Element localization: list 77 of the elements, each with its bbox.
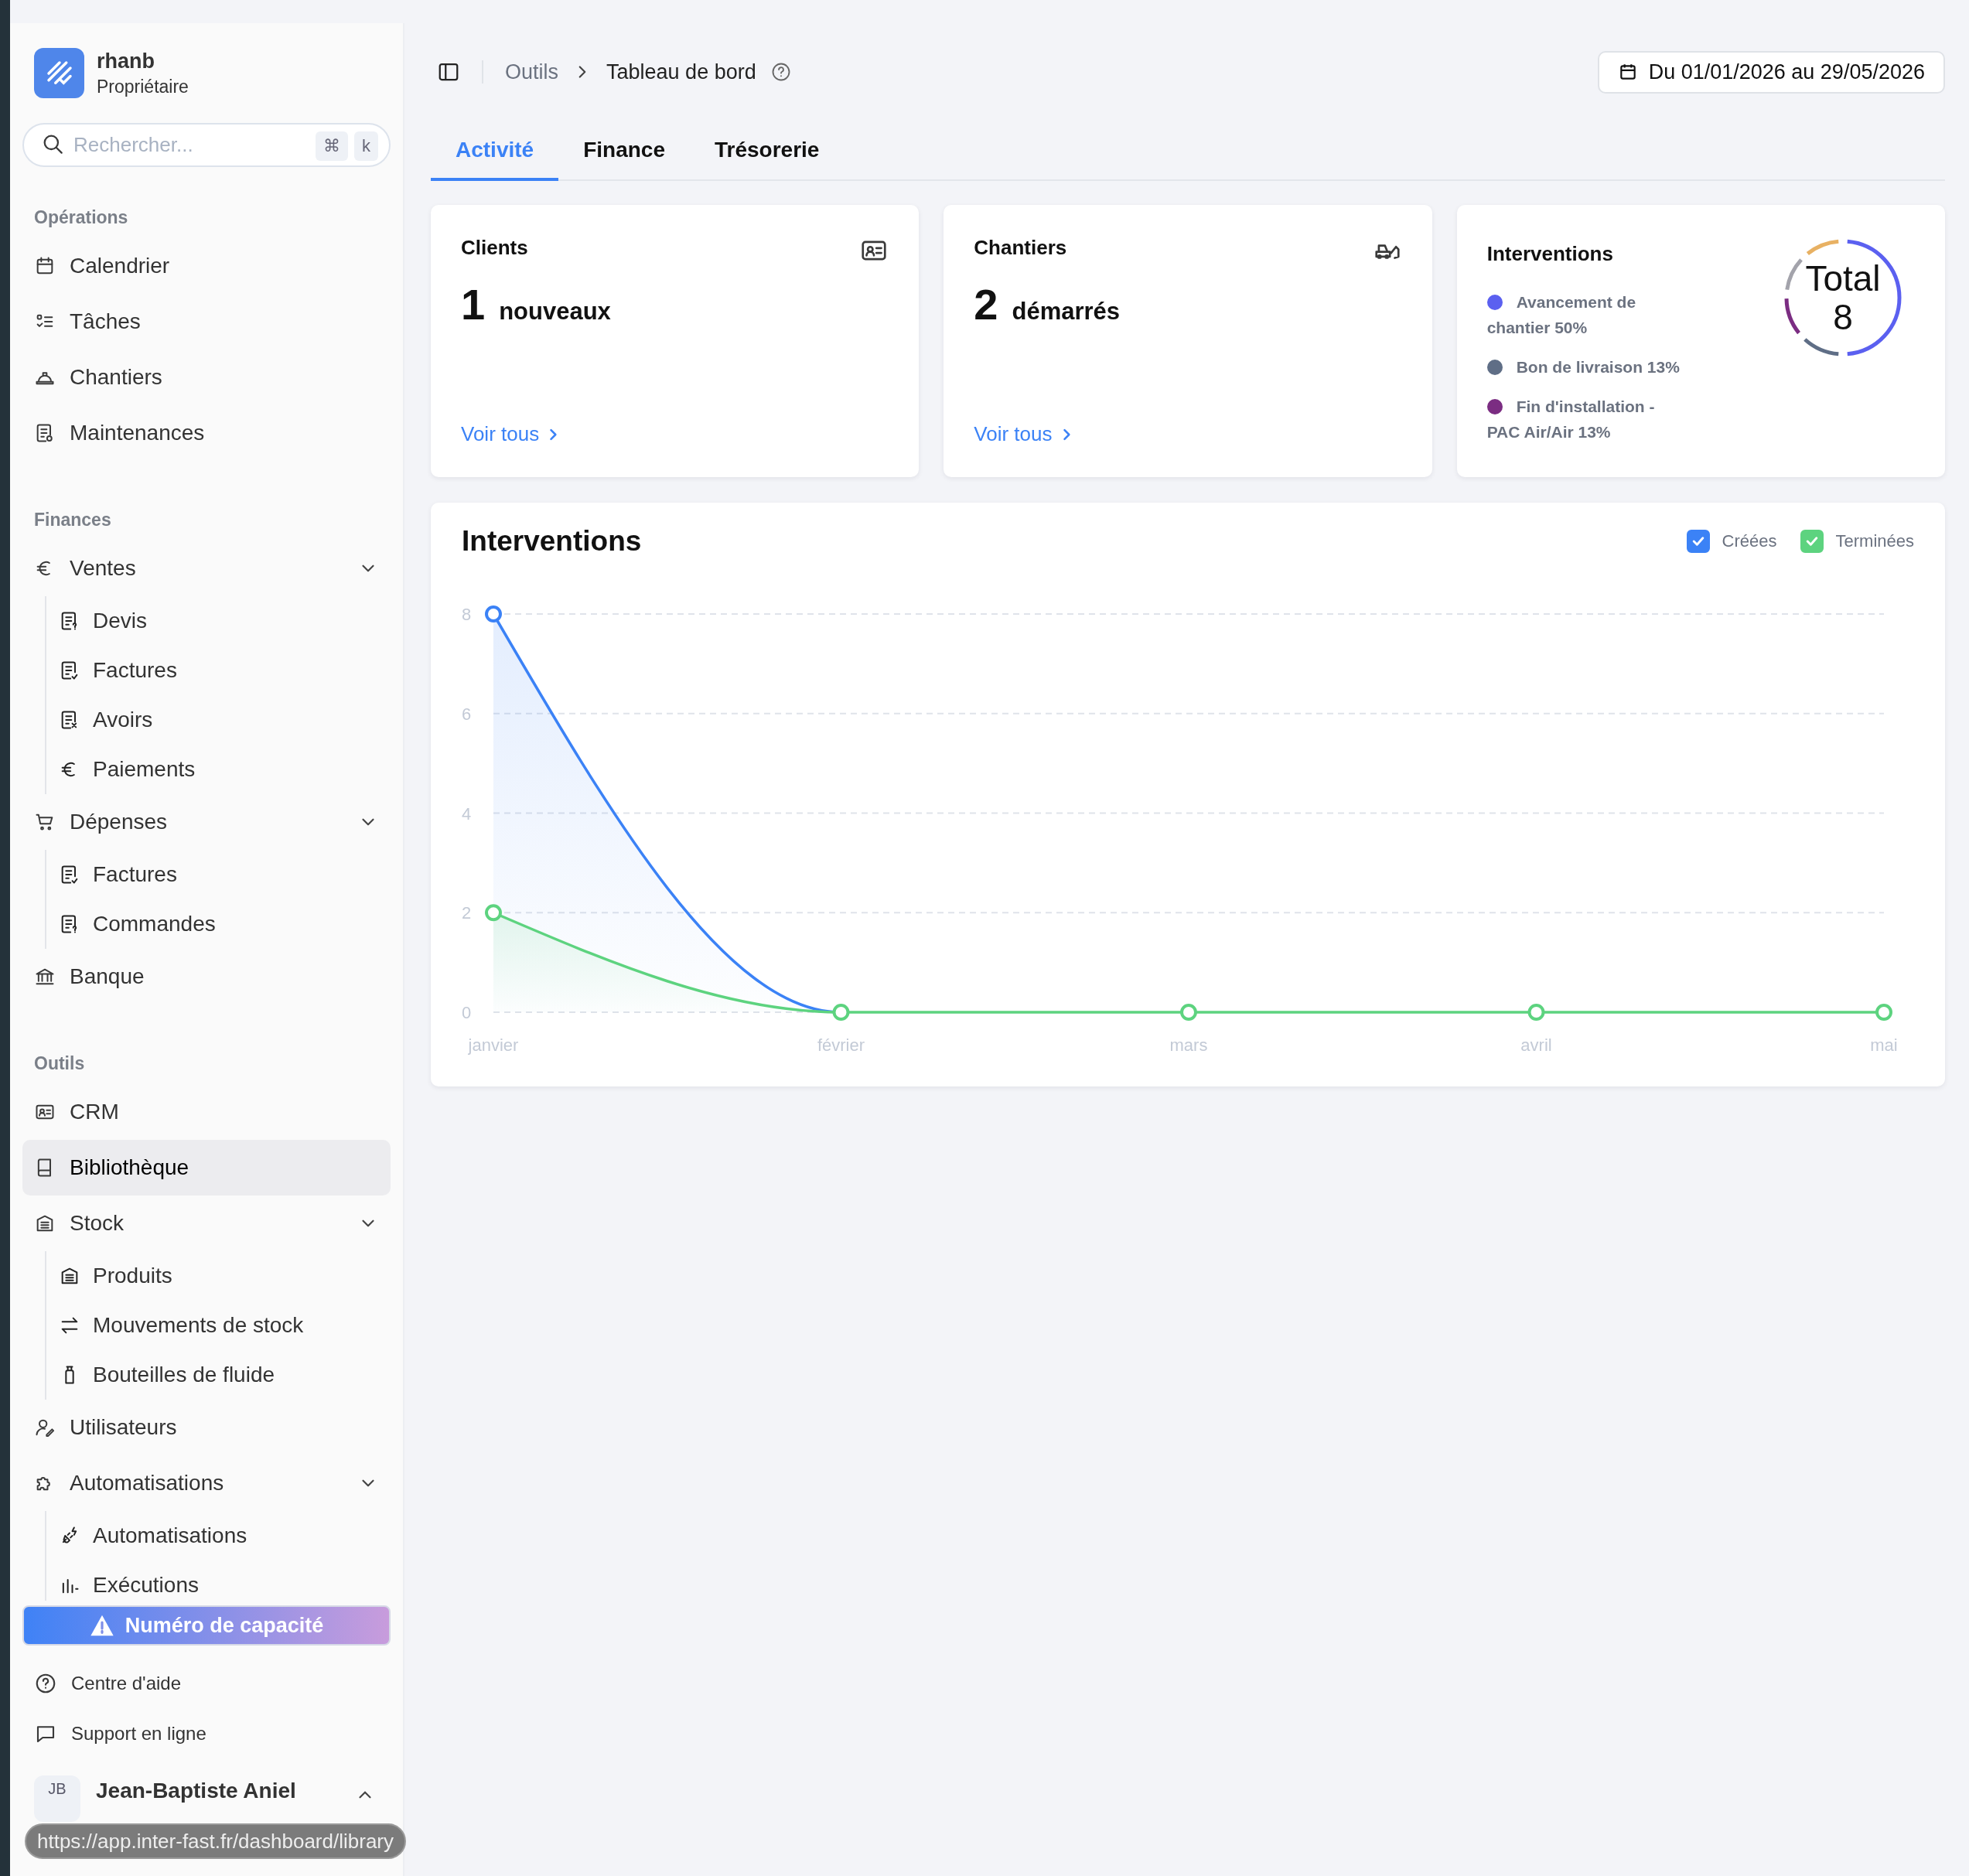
data-point: [1180, 1004, 1197, 1021]
breadcrumb-item: Tableau de bord: [606, 60, 756, 84]
nav-subitem[interactable]: Exécutions: [59, 1560, 391, 1601]
card-title: Chantiers: [974, 236, 1067, 260]
data-point: [1527, 1004, 1545, 1021]
axis-label: 6: [461, 704, 472, 724]
checkbox[interactable]: [1800, 530, 1824, 553]
help-link[interactable]: Centre d'aide: [22, 1658, 391, 1708]
nav-subitem[interactable]: Factures: [59, 850, 391, 899]
total-value: 8: [1833, 298, 1853, 336]
workspace-name: rhanb: [97, 49, 155, 73]
stat-count: 2: [974, 279, 998, 329]
data-point: [485, 605, 502, 622]
axis-label: avril: [1520, 1035, 1552, 1055]
chart-title: Interventions: [462, 525, 642, 558]
nav-subitem[interactable]: Devis: [59, 596, 391, 646]
stat-count: 1: [461, 279, 486, 329]
axis-label: 0: [461, 1003, 472, 1022]
tab[interactable]: Finance: [558, 122, 690, 181]
card-title: Clients: [461, 236, 528, 260]
axis-label: 8: [461, 605, 472, 624]
nav-subitem[interactable]: Factures: [59, 646, 391, 695]
axis-label: mai: [1870, 1035, 1898, 1055]
url-tooltip: https://app.inter-fast.fr/dashboard/library: [25, 1823, 406, 1859]
nav-subitem[interactable]: Commandes: [59, 899, 391, 949]
nav-subitem[interactable]: Bouteilles de fluide: [59, 1350, 391, 1400]
legend-toggle[interactable]: Terminées: [1800, 530, 1914, 553]
section-title: Opérations: [33, 206, 129, 229]
view-all-link[interactable]: Voir tous: [974, 422, 1074, 446]
data-point: [832, 1004, 850, 1021]
legend-toggle[interactable]: Créées: [1686, 530, 1777, 553]
legend-item: Avancement de chantier 50%: [1486, 292, 1637, 338]
app-logo[interactable]: [34, 48, 84, 98]
checkbox[interactable]: [1686, 530, 1710, 553]
nav-subitem[interactable]: Paiements: [59, 745, 391, 794]
card-title: Interventions: [1486, 242, 1614, 266]
date-range-button[interactable]: Du 01/01/2026 au 29/05/2026: [1597, 50, 1945, 94]
nav-item[interactable]: Utilisateurs: [22, 1400, 391, 1455]
nav-item[interactable]: Automatisations: [22, 1455, 391, 1511]
nav-item[interactable]: Banque: [22, 949, 391, 1005]
section-title: Outils: [33, 1052, 86, 1075]
axis-label: 2: [461, 903, 472, 923]
total-label: Total: [1805, 259, 1881, 298]
axis-label: janvier: [468, 1035, 519, 1055]
shortcut-key: k: [354, 131, 378, 161]
nav-subitem[interactable]: Avoirs: [59, 695, 391, 745]
nav-item[interactable]: Dépenses: [22, 794, 391, 850]
help-link[interactable]: Support en ligne: [22, 1708, 391, 1758]
nav-item[interactable]: Bibliothèque: [22, 1140, 391, 1196]
stat-caption: nouveaux: [499, 298, 611, 326]
nav-item[interactable]: Ventes: [22, 541, 391, 596]
tab[interactable]: Trésorerie: [689, 122, 845, 181]
nav-item[interactable]: Calendrier: [22, 238, 391, 294]
user-name: Jean-Baptiste Aniel: [96, 1779, 297, 1803]
user-avatar[interactable]: JB: [34, 1775, 80, 1822]
warning-icon: [89, 1614, 114, 1637]
stat-caption: démarrés: [1012, 298, 1121, 326]
data-point: [1875, 1004, 1892, 1021]
legend-item: Fin d'installation - PAC Air/Air 13%: [1486, 397, 1656, 442]
workspace-role: Propriétaire: [97, 76, 189, 97]
nav-subitem[interactable]: Mouvements de stock: [59, 1301, 391, 1350]
shortcut-key: ⌘: [316, 131, 348, 161]
axis-label: mars: [1169, 1035, 1208, 1055]
nav-item[interactable]: Maintenances: [22, 405, 391, 461]
nav-subitem[interactable]: Produits: [59, 1251, 391, 1301]
nav-item[interactable]: Stock: [22, 1196, 391, 1251]
legend-item: Bon de livraison 13%: [1486, 354, 1688, 380]
axis-label: 4: [461, 803, 472, 824]
nav-item[interactable]: CRM: [22, 1084, 391, 1140]
axis-label: février: [817, 1035, 865, 1055]
nav-item[interactable]: Chantiers: [22, 350, 391, 405]
breadcrumb-item[interactable]: Outils: [505, 60, 559, 84]
view-all-link[interactable]: Voir tous: [461, 422, 561, 446]
data-point: [485, 904, 502, 922]
nav-item[interactable]: Tâches: [22, 294, 391, 350]
nav-subitem[interactable]: Automatisations: [59, 1511, 391, 1560]
section-title: Finances: [33, 509, 112, 531]
